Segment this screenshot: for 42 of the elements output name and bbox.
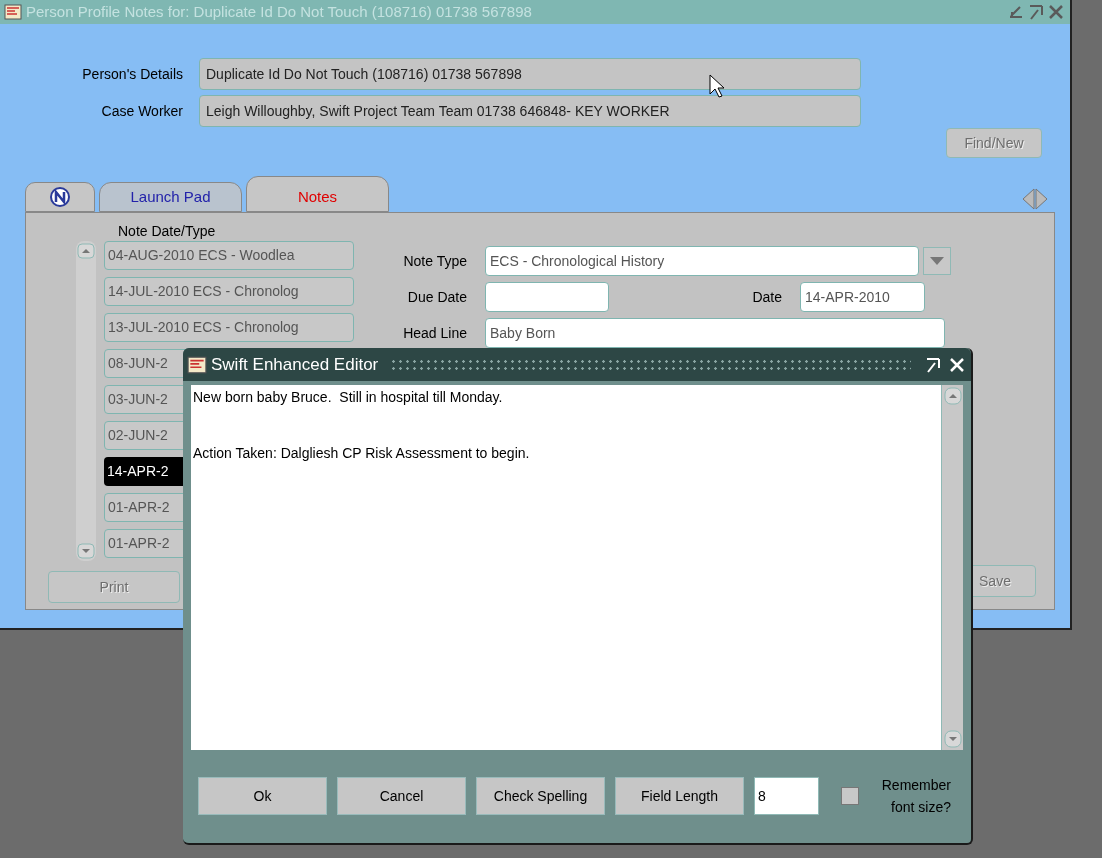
app-icon: [4, 3, 22, 21]
tab[interactable]: Launch Pad: [99, 182, 242, 212]
font-size-field[interactable]: 8: [754, 777, 819, 815]
read-only-field: Duplicate Id Do Not Touch (108716) 01738 567898: [199, 58, 861, 90]
scroll-down-icon[interactable]: [943, 730, 962, 748]
checkbox-label: Remember font size?: [880, 776, 951, 817]
navigator-icon: [49, 186, 71, 208]
mouse-cursor-icon: [709, 74, 725, 98]
date-field[interactable]: 14-APR-2010: [800, 282, 925, 312]
scroll-down-icon[interactable]: [77, 543, 95, 559]
scroll-up-icon[interactable]: [77, 243, 95, 259]
list-heading: Note Date/Type: [118, 222, 217, 241]
app-icon: [187, 354, 207, 375]
dialog-button[interactable]: Field Length: [615, 777, 744, 815]
dropdown-icon[interactable]: [923, 247, 951, 275]
field-label: Person's Details: [81, 64, 183, 84]
note-text-line: New born baby Bruce. Still in hospital till Monday.: [193, 388, 504, 407]
dialog-button[interactable]: Check Spelling: [476, 777, 605, 815]
field-label: Case Worker: [100, 101, 183, 121]
note-list-item[interactable]: 13-JUL-2010 ECS - Chronolog: [104, 313, 354, 342]
field-label: Head Line: [402, 323, 467, 343]
due-date-field[interactable]: [485, 282, 609, 312]
dialog-button[interactable]: Cancel: [337, 777, 466, 815]
window-title: Person Profile Notes for: Duplicate Id Do Not Touch (108716) 01738 567898: [26, 1, 532, 22]
dialog-title: Swift Enhanced Editor: [211, 353, 379, 376]
navigator-tab[interactable]: [25, 182, 95, 212]
scroll-up-icon[interactable]: [943, 387, 962, 405]
dialog-button[interactable]: Ok: [198, 777, 327, 815]
note-text-line: Action Taken: Dalgliesh CP Risk Assessment to begin.: [193, 444, 531, 463]
field-label: Due Date: [406, 287, 467, 307]
scroll-bar[interactable]: [76, 241, 96, 561]
note-type-field[interactable]: ECS - Chronological History: [485, 246, 919, 276]
note-list-item[interactable]: 14-JUL-2010 ECS - Chronolog: [104, 277, 354, 306]
head-line-field[interactable]: Baby Born: [485, 318, 945, 348]
note-list-item[interactable]: 04-AUG-2010 ECS - Woodlea: [104, 241, 354, 270]
editor-scroll-bar[interactable]: [941, 385, 963, 750]
editor-text-area[interactable]: New born baby Bruce. Still in hospital till Monday. Action Taken: Dalgliesh CP Risk Assessment to begin.: [191, 385, 941, 750]
scroll-tabs-icon[interactable]: [1020, 186, 1050, 212]
field-label: Date: [751, 287, 782, 307]
remember-checkbox[interactable]: [841, 787, 859, 805]
read-only-field: Leigh Willoughby, Swift Project Team Team 01738 646848- KEY WORKER: [199, 95, 861, 127]
field-label: Note Type: [402, 251, 467, 271]
